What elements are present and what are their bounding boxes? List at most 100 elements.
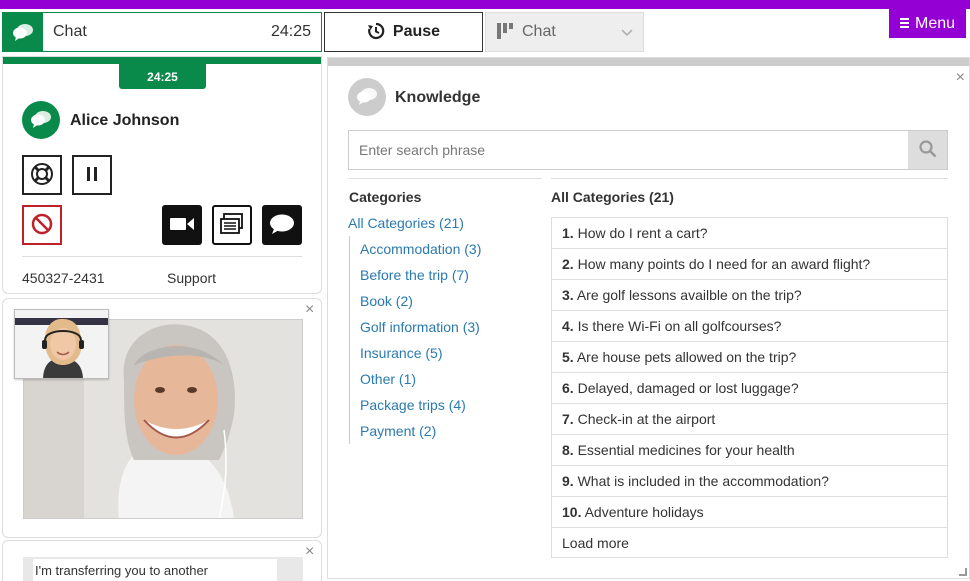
search-icon — [918, 139, 937, 161]
video-card: × — [2, 298, 322, 538]
search-input[interactable] — [349, 131, 908, 169]
contact-queue: Support — [167, 270, 217, 286]
category-item[interactable]: Package trips (4) — [360, 392, 481, 418]
message-text: I'm transferring you to another — [33, 559, 277, 581]
menu-button[interactable]: Menu — [889, 9, 966, 38]
chat-session-tab[interactable]: Chat 24:25 — [2, 12, 322, 52]
chat-bubbles-icon — [30, 109, 52, 132]
articles-title: All Categories (21) — [551, 189, 674, 205]
article-title: Are house pets allowed on the trip? — [576, 349, 797, 365]
article-title: Essential medicines for your health — [577, 442, 795, 458]
article-title: Is there Wi-Fi on all golfcourses? — [577, 318, 782, 334]
article-title: Delayed, damaged or lost luggage? — [577, 380, 799, 396]
knowledge-search — [348, 130, 948, 170]
category-item[interactable]: Book (2) — [360, 288, 481, 314]
article-number: 10. — [562, 504, 582, 520]
article-number: 9. — [562, 473, 574, 489]
article-title: Check-in at the airport — [577, 411, 716, 427]
category-item[interactable]: Other (1) — [360, 366, 481, 392]
pause-icon — [85, 166, 99, 185]
chat-tab-timer: 24:25 — [270, 23, 311, 40]
article-number: 2. — [562, 256, 574, 272]
chevron-down-icon — [621, 24, 633, 40]
list-item[interactable]: 9. What is included in the accommodation… — [551, 466, 948, 497]
article-title: Are golf lessons availble on the trip? — [576, 287, 802, 303]
avatar — [22, 101, 60, 139]
chat-bubbles-icon — [356, 86, 378, 109]
articles-divider — [551, 178, 948, 179]
contact-id: 450327-2431 — [22, 270, 105, 286]
pause-button[interactable]: Pause — [324, 12, 483, 52]
list-item[interactable]: 6. Delayed, damaged or lost luggage? — [551, 373, 948, 404]
article-number: 1. — [562, 225, 574, 241]
category-item[interactable]: Golf information (3) — [360, 314, 481, 340]
resize-handle[interactable] — [959, 568, 967, 576]
hamburger-icon — [899, 15, 910, 33]
video-icon — [169, 216, 195, 235]
self-video — [14, 309, 109, 379]
article-number: 8. — [562, 442, 574, 458]
article-number: 7. — [562, 411, 574, 427]
keyboard-button[interactable] — [212, 205, 252, 245]
categories-title: Categories — [349, 189, 422, 205]
knowledge-title: Knowledge — [395, 89, 481, 106]
category-list: Accommodation (3) Before the trip (7) Bo… — [349, 236, 481, 444]
article-title: How do I rent a cart? — [577, 225, 708, 241]
channel-select[interactable]: Chat — [485, 12, 644, 52]
help-button[interactable] — [22, 155, 62, 195]
contact-status-bar — [3, 57, 321, 64]
top-accent-strip — [0, 0, 970, 9]
article-list: 1. How do I rent a cart? 2. How many poi… — [551, 217, 948, 528]
article-number: 3. — [562, 287, 574, 303]
pause-clock-icon — [367, 22, 385, 43]
pause-button-label: Pause — [392, 23, 441, 40]
contact-name: Alice Johnson — [70, 112, 180, 129]
menu-button-label: Menu — [914, 14, 956, 32]
article-number: 6. — [562, 380, 574, 396]
list-item[interactable]: 1. How do I rent a cart? — [551, 218, 948, 249]
list-item[interactable]: 5. Are house pets allowed on the trip? — [551, 342, 948, 373]
hold-button[interactable] — [72, 155, 112, 195]
category-item[interactable]: Insurance (5) — [360, 340, 481, 366]
lifebuoy-icon — [30, 162, 54, 189]
list-item[interactable]: 2. How many points do I need for an awar… — [551, 249, 948, 280]
chat-button[interactable] — [262, 205, 302, 245]
list-item[interactable]: 8. Essential medicines for your health — [551, 435, 948, 466]
article-title: How many points do I need for an award f… — [577, 256, 871, 272]
channel-select-label: Chat — [522, 23, 556, 40]
list-item[interactable]: 3. Are golf lessons availble on the trip… — [551, 280, 948, 311]
article-title: Adventure holidays — [584, 504, 704, 520]
block-icon — [31, 213, 53, 238]
article-number: 5. — [562, 349, 574, 365]
chat-bubbles-icon — [3, 13, 43, 51]
category-item[interactable]: Payment (2) — [360, 418, 481, 444]
close-icon[interactable]: × — [305, 544, 314, 560]
list-item[interactable]: 7. Check-in at the airport — [551, 404, 948, 435]
category-item[interactable]: Before the trip (7) — [360, 262, 481, 288]
article-title: What is included in the accommodation? — [577, 473, 829, 489]
list-item[interactable]: 4. Is there Wi-Fi on all golfcourses? — [551, 311, 948, 342]
message-bubble: I'm transferring you to another — [23, 557, 303, 581]
category-item[interactable]: Accommodation (3) — [360, 236, 481, 262]
contact-timer: 24:25 — [119, 64, 206, 89]
close-icon[interactable]: × — [956, 70, 965, 86]
categories-divider — [349, 178, 542, 179]
keyboard-icon — [220, 212, 244, 238]
horizontal-scrollbar[interactable] — [328, 58, 969, 66]
video-button[interactable] — [162, 205, 202, 245]
knowledge-avatar — [348, 78, 386, 116]
message-card: × I'm transferring you to another — [2, 540, 322, 581]
chat-icon — [269, 213, 295, 238]
category-all-link[interactable]: All Categories (21) — [348, 215, 464, 231]
list-item[interactable]: 10. Adventure holidays — [551, 497, 948, 528]
chat-tab-label: Chat — [53, 23, 87, 40]
article-number: 4. — [562, 318, 574, 334]
close-icon[interactable]: × — [305, 302, 314, 318]
kanban-icon — [496, 22, 514, 43]
block-button[interactable] — [22, 205, 62, 245]
search-button[interactable] — [908, 131, 947, 169]
knowledge-panel: × Knowledge Categories All Categories (2… — [327, 57, 970, 579]
contact-divider — [22, 256, 302, 257]
contact-card: 24:25 Alice Johnson 450327-2431 Support — [2, 56, 322, 294]
load-more-button[interactable]: Load more — [551, 527, 948, 558]
